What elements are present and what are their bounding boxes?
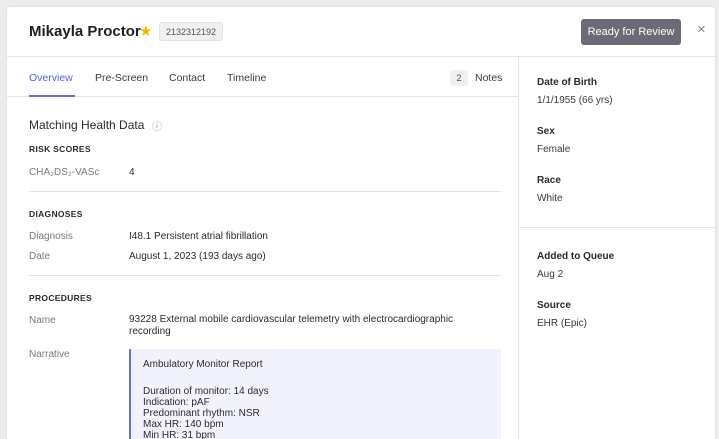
patient-name: Mikayla Proctor: [29, 23, 141, 40]
sex-value: Female: [537, 144, 571, 155]
procedures-heading: PROCEDURES: [29, 293, 92, 303]
narrative-report: Ambulatory Monitor Report Duration of mo…: [129, 349, 501, 439]
report-line: Duration of monitor: 14 days: [143, 386, 269, 397]
sidebar-divider: [519, 227, 715, 228]
report-line: Predominant rhythm: NSR: [143, 408, 260, 419]
risk-scores-heading: RISK SCORES: [29, 144, 91, 154]
divider: [29, 275, 501, 276]
close-icon[interactable]: ×: [697, 21, 706, 38]
race-value: White: [537, 193, 563, 204]
sex-label: Sex: [537, 126, 555, 137]
risk-score-value: 4: [129, 167, 135, 178]
diagnosis-label: Diagnosis: [29, 231, 73, 242]
date-label: Date: [29, 251, 51, 262]
tab-bar: Overview Pre-Screen Contact Timeline 2 N…: [7, 57, 518, 97]
patient-detail-panel: Mikayla Proctor ★ 2132312192 Ready for R…: [6, 6, 716, 439]
dob-value: 1/1/1955 (66 yrs): [537, 95, 613, 106]
added-to-queue-value: Aug 2: [537, 269, 564, 280]
tab-notes[interactable]: Notes: [475, 72, 502, 84]
tab-pre-screen[interactable]: Pre-Screen: [95, 72, 148, 84]
procedure-name-label: Name: [29, 315, 56, 326]
ready-for-review-button[interactable]: Ready for Review: [581, 19, 681, 45]
dob-label: Date of Birth: [537, 77, 597, 88]
added-to-queue-label: Added to Queue: [537, 251, 615, 262]
section-title: Matching Health Data: [29, 118, 145, 132]
panel-header: Mikayla Proctor ★ 2132312192 Ready for R…: [7, 7, 715, 57]
help-icon[interactable]: ⓘ: [152, 118, 162, 133]
risk-score-label: CHA₂DS₂-VASc: [29, 167, 100, 178]
active-tab-indicator: [29, 95, 75, 97]
procedure-name-value: 93228 External mobile cardiovascular tel…: [129, 314, 454, 337]
notes-count-badge[interactable]: 2: [450, 70, 468, 86]
tab-contact[interactable]: Contact: [169, 72, 205, 84]
column-divider: [518, 57, 519, 439]
date-value: August 1, 2023 (193 days ago): [129, 251, 266, 262]
divider: [29, 191, 501, 192]
race-label: Race: [537, 175, 561, 186]
source-value: EHR (Epic): [537, 318, 588, 329]
report-line: Max HR: 140 bpm: [143, 419, 224, 430]
tab-overview[interactable]: Overview: [29, 72, 73, 84]
patient-id-badge: 2132312192: [159, 22, 224, 41]
star-icon[interactable]: ★: [139, 22, 152, 40]
diagnosis-value: I48.1 Persistent atrial fibrillation: [129, 231, 268, 242]
report-title: Ambulatory Monitor Report: [143, 359, 263, 370]
narrative-label: Narrative: [29, 349, 70, 360]
tab-timeline[interactable]: Timeline: [227, 72, 266, 84]
report-line: Indication: pAF: [143, 397, 210, 408]
report-line: Min HR: 31 bpm: [143, 430, 216, 439]
diagnoses-heading: DIAGNOSES: [29, 209, 83, 219]
source-label: Source: [537, 300, 571, 311]
